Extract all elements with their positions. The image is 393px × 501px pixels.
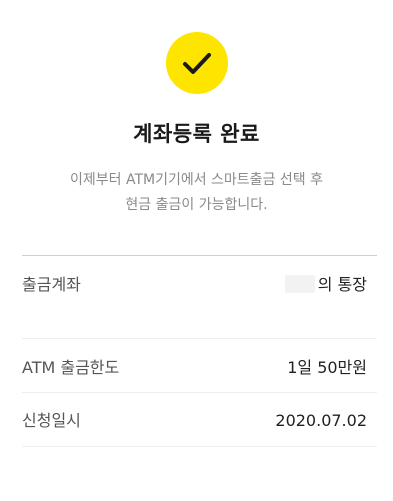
row-divider (22, 392, 377, 393)
checkmark-icon (183, 53, 211, 74)
detail-row-date: 신청일시 2020.07.02 (22, 406, 367, 436)
account-value-wrap: 의 통장 (284, 270, 367, 300)
account-value: 의 통장 (317, 275, 367, 294)
completion-description: 이제부터 ATM기기에서 스마트출금 선택 후 현금 출금이 가능합니다. (0, 168, 393, 218)
section-divider (22, 255, 377, 256)
detail-row-atm-limit: ATM 출금한도 1일 50만원 (22, 353, 367, 383)
row-divider (22, 446, 377, 447)
detail-row-account: 출금계좌 의 통장 (22, 270, 367, 300)
request-date-value: 2020.07.02 (275, 411, 367, 430)
page-title: 계좌등록 완료 (133, 122, 260, 146)
account-label: 출금계좌 (22, 275, 81, 294)
description-line-2: 현금 출금이 가능합니다. (125, 197, 268, 213)
atm-limit-value: 1일 50만원 (287, 358, 367, 377)
row-divider (22, 338, 377, 339)
success-check-circle (166, 32, 228, 94)
description-line-1: 이제부터 ATM기기에서 스마트출금 선택 후 (69, 172, 323, 188)
masked-account-name (284, 275, 315, 293)
atm-limit-label: ATM 출금한도 (22, 358, 120, 377)
request-date-label: 신청일시 (22, 411, 81, 430)
